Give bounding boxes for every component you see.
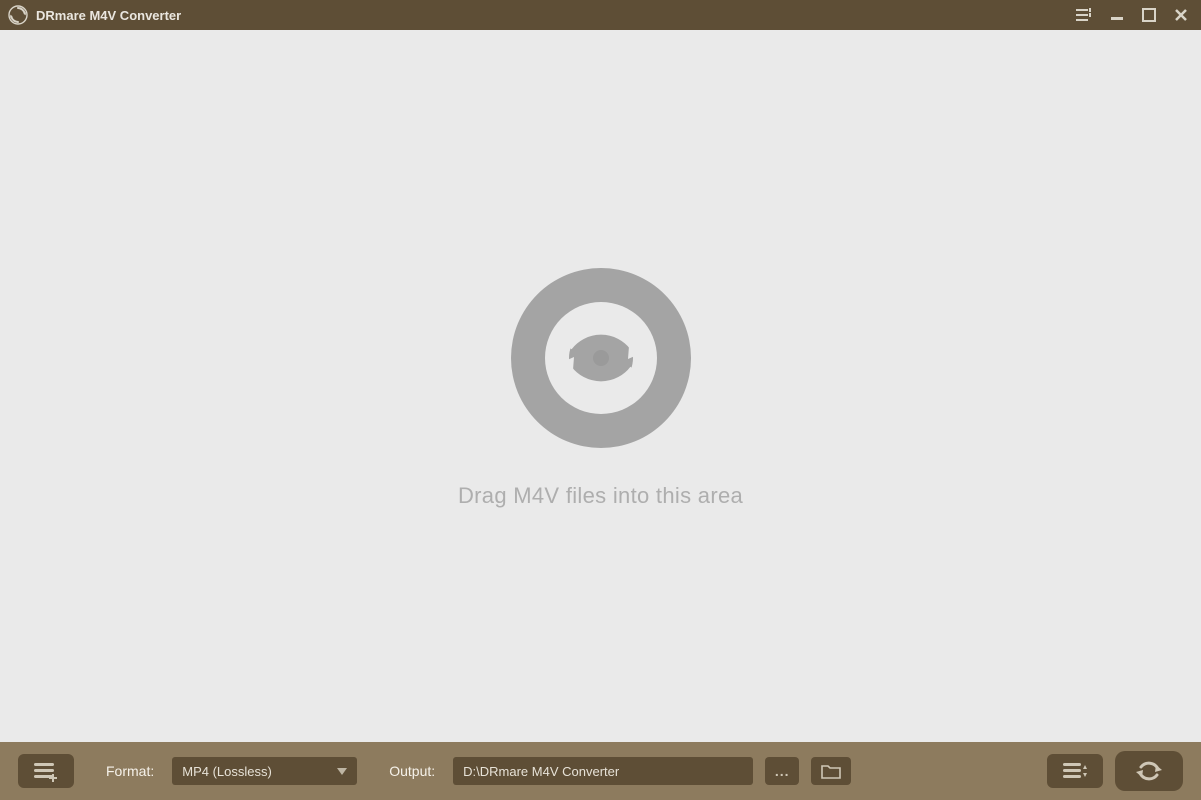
convert-icon (1132, 757, 1166, 785)
output-more-button[interactable]: ... (765, 757, 799, 785)
add-files-icon (32, 760, 60, 782)
app-title: DRmare M4V Converter (36, 8, 181, 23)
dropzone-hint: Drag M4V files into this area (458, 483, 743, 509)
menu-button[interactable] (1073, 3, 1097, 27)
list-settings-button[interactable] (1047, 754, 1103, 788)
add-files-button[interactable] (18, 754, 74, 788)
list-settings-icon (1061, 760, 1089, 782)
output-label: Output: (389, 763, 435, 779)
titlebar: DRmare M4V Converter (0, 0, 1201, 30)
folder-icon (821, 763, 841, 779)
footer: Format: MP4 (Lossless) Output: D:\DRmare… (0, 742, 1201, 800)
cycle-large-icon (506, 263, 696, 453)
minimize-icon (1110, 8, 1124, 22)
app-icon (8, 5, 28, 25)
format-label: Format: (106, 763, 154, 779)
maximize-icon (1142, 8, 1156, 22)
format-value: MP4 (Lossless) (182, 764, 272, 779)
open-output-folder-button[interactable] (811, 757, 851, 785)
format-select[interactable]: MP4 (Lossless) (172, 757, 357, 785)
close-button[interactable] (1169, 3, 1193, 27)
maximize-button[interactable] (1137, 3, 1161, 27)
close-icon (1174, 8, 1188, 22)
ellipsis-icon: ... (775, 763, 790, 779)
minimize-button[interactable] (1105, 3, 1129, 27)
dropzone[interactable]: Drag M4V files into this area (0, 30, 1201, 742)
output-path[interactable]: D:\DRmare M4V Converter (453, 757, 753, 785)
chevron-down-icon (337, 764, 347, 779)
convert-button[interactable] (1115, 751, 1183, 791)
output-path-value: D:\DRmare M4V Converter (463, 764, 619, 779)
menu-icon (1076, 8, 1094, 22)
